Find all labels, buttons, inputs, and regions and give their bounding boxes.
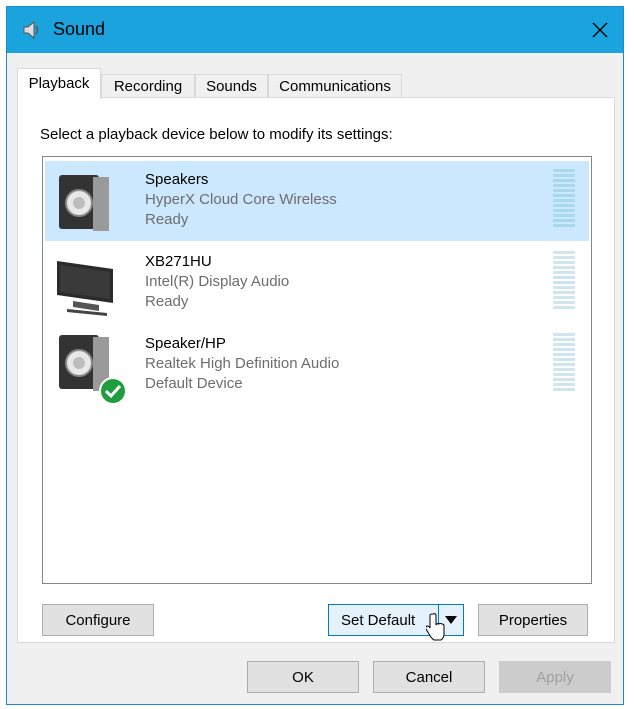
window-title: Sound	[53, 19, 106, 39]
device-description: Realtek High Definition Audio	[145, 355, 340, 372]
device-item-speaker-hp[interactable]: Speaker/HP Realtek High Definition Audio…	[45, 325, 589, 405]
set-default-label: Set Default	[341, 611, 416, 629]
apply-button[interactable]: Apply	[499, 661, 611, 693]
ok-button[interactable]: OK	[247, 661, 359, 693]
device-name: Speaker/HP	[145, 335, 226, 352]
sound-dialog: Sound Playback Recording Sounds Communic…	[6, 6, 624, 705]
playback-panel: Select a playback device below to modify…	[17, 97, 615, 643]
speaker-icon	[59, 175, 109, 231]
tab-communications[interactable]: Communications	[268, 74, 402, 98]
device-item-speakers[interactable]: Speakers HyperX Cloud Core Wireless Read…	[45, 161, 589, 241]
properties-button[interactable]: Properties	[478, 604, 588, 636]
volume-meter	[553, 333, 575, 391]
speaker-icon	[23, 20, 39, 40]
device-status: Ready	[145, 293, 189, 310]
device-name: Speakers	[145, 171, 209, 188]
device-name: XB271HU	[145, 253, 212, 270]
device-status: Ready	[145, 211, 189, 228]
tab-playback[interactable]: Playback	[17, 68, 101, 99]
configure-button[interactable]: Configure	[42, 604, 154, 636]
default-check-icon	[99, 377, 127, 405]
monitor-icon	[57, 261, 113, 316]
volume-meter	[553, 251, 575, 309]
volume-meter	[553, 169, 575, 227]
device-item-xb271hu[interactable]: XB271HU Intel(R) Display Audio Ready	[45, 243, 589, 323]
device-description: HyperX Cloud Core Wireless	[145, 191, 337, 208]
instruction-text: Select a playback device below to modify…	[40, 126, 393, 143]
close-button[interactable]	[577, 7, 623, 53]
tab-sounds[interactable]: Sounds	[195, 74, 268, 98]
mouse-cursor-icon	[426, 613, 445, 641]
title-bar[interactable]: Sound	[7, 7, 623, 53]
tab-recording[interactable]: Recording	[101, 74, 195, 98]
close-icon	[592, 22, 608, 38]
device-status: Default Device	[145, 375, 243, 392]
device-list[interactable]: Speakers HyperX Cloud Core Wireless Read…	[42, 156, 592, 584]
chevron-down-icon	[445, 616, 457, 624]
cancel-button[interactable]: Cancel	[373, 661, 485, 693]
device-description: Intel(R) Display Audio	[145, 273, 290, 290]
